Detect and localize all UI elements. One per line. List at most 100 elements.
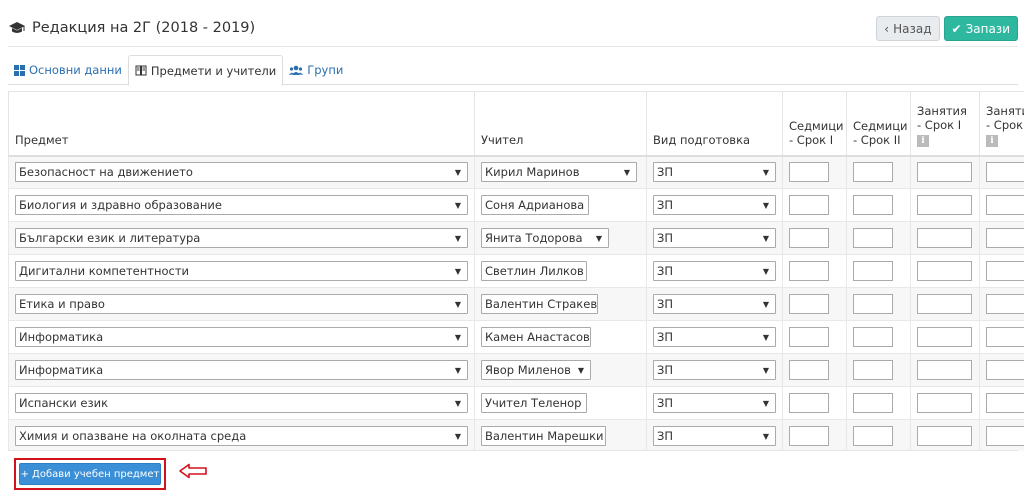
cell-weeks-term1 [782,254,847,288]
lessons-term1-input[interactable] [917,426,972,446]
table-row: Химия и опазване на околната среда ▼ Вален… [8,419,1024,451]
cell-weeks-term1 [782,353,847,387]
preparation-select[interactable]: ЗП ▼ [653,393,776,413]
weeks-term1-input[interactable] [789,393,829,413]
weeks-term2-input[interactable] [853,228,893,248]
subjects-table-container[interactable]: Предмет Учител Вид подготовка Седмици - … [8,91,1024,451]
add-subject-button[interactable]: + Добави учебен предмет [19,463,161,485]
teacher-select[interactable]: Явор Миленов ▼ [481,360,591,380]
weeks-term2-input[interactable] [853,162,893,183]
weeks-term2-input[interactable] [853,261,893,281]
weeks-term1-input[interactable] [789,294,829,314]
lessons-term1-input[interactable] [917,294,972,314]
tab-label: Групи [307,63,344,77]
preparation-select[interactable]: ЗП ▼ [653,327,776,347]
subject-select[interactable]: Безопасност на движението ▼ [15,162,468,183]
lessons-term2-input[interactable] [986,294,1024,314]
back-button[interactable]: ‹ Назад [876,16,940,41]
lessons-term1-input[interactable] [917,327,972,347]
graduation-cap-icon [9,22,25,33]
weeks-term2-input[interactable] [853,426,893,446]
cell-weeks-term2 [846,320,911,354]
lessons-term2-input[interactable] [986,327,1024,347]
teacher-select[interactable]: Светлин Лилков▼ [481,261,587,281]
lessons-term2-input[interactable] [986,162,1024,183]
subject-select[interactable]: Испански език ▼ [15,393,468,413]
weeks-term2-input[interactable] [853,327,893,347]
weeks-term2-input[interactable] [853,360,893,380]
header-teacher: Учител [474,91,647,157]
weeks-term2-input[interactable] [853,195,893,215]
lessons-term2-input[interactable] [986,261,1024,281]
lessons-term2-input[interactable] [986,360,1024,380]
preparation-select[interactable]: ЗП ▼ [653,228,776,248]
caret-down-icon: ▼ [762,200,769,210]
weeks-term1-input[interactable] [789,162,829,183]
preparation-value: ЗП [657,198,674,212]
teacher-select[interactable]: Янита Тодорова ▼ [481,228,609,248]
weeks-term1-input[interactable] [789,426,829,446]
lessons-term2-input[interactable] [986,393,1024,413]
lessons-term2-input[interactable] [986,228,1024,248]
teacher-select[interactable]: Учител Теленор▼ [481,393,587,413]
info-icon[interactable]: i [917,134,929,147]
users-icon [289,65,304,75]
tab-basic-data[interactable]: Основни данни [8,55,128,85]
tab-subjects-teachers[interactable]: Предмети и учители [127,55,284,86]
caret-down-icon: ▼ [762,233,769,243]
weeks-term1-input[interactable] [789,261,829,281]
subject-select[interactable]: Химия и опазване на околната среда ▼ [15,426,468,446]
cell-teacher: Валентин Марешки▼ [474,419,647,451]
teacher-select[interactable]: Валентин Стракев▼ [481,294,598,314]
teacher-select[interactable]: Кирил Маринов ▼ [481,162,637,183]
weeks-term1-input[interactable] [789,327,829,347]
teacher-select[interactable]: Камен Анастасов▼ [481,327,591,347]
teacher-value: Янита Тодорова [485,231,583,245]
weeks-term2-input[interactable] [853,294,893,314]
cell-weeks-term1 [782,320,847,354]
subject-select[interactable]: Информатика ▼ [15,360,468,380]
subject-select[interactable]: Дигитални компетентности ▼ [15,261,468,281]
table-row: Дигитални компетентности▼ Светлин Лилков▼… [8,254,1024,288]
lessons-term1-input[interactable] [917,195,972,215]
lessons-term2-input[interactable] [986,195,1024,215]
lessons-term1-input[interactable] [917,393,972,413]
lessons-term2-input[interactable] [986,426,1024,446]
preparation-select[interactable]: ЗП ▼ [653,426,776,446]
subject-value: Испански език [19,396,109,410]
lessons-term1-input[interactable] [917,261,972,281]
caret-down-icon: ▼ [454,431,461,441]
preparation-select[interactable]: ЗП ▼ [653,162,776,183]
caret-down-icon: ▼ [454,233,461,243]
cell-weeks-term2 [846,419,911,451]
preparation-select[interactable]: ЗП ▼ [653,195,776,215]
tab-groups[interactable]: Групи [283,55,349,85]
subject-select[interactable]: Етика и право ▼ [15,294,468,314]
cell-weeks-term1 [782,386,847,420]
subject-select[interactable]: Информатика ▼ [15,327,468,347]
weeks-term1-input[interactable] [789,360,829,380]
lessons-term1-input[interactable] [917,162,972,183]
header-subject: Предмет [8,91,475,157]
lessons-term1-input[interactable] [917,228,972,248]
caret-down-icon: ▼ [762,398,769,408]
info-icon[interactable]: i [986,134,998,147]
weeks-term1-input[interactable] [789,228,829,248]
weeks-term1-input[interactable] [789,195,829,215]
cell-lessons-term2 [979,386,1024,420]
table-row: Български език и литература ▼ Янита Тодоро… [8,221,1024,255]
preparation-value: ЗП [657,396,674,410]
save-button[interactable]: ✔ Запази [943,16,1018,41]
lessons-term1-input[interactable] [917,360,972,380]
preparation-select[interactable]: ЗП ▼ [653,360,776,380]
cell-preparation: ЗП ▼ [646,386,783,420]
subject-value: Етика и право [19,297,105,311]
subject-select[interactable]: Български език и литература ▼ [15,228,468,248]
preparation-select[interactable]: ЗП ▼ [653,294,776,314]
subject-select[interactable]: Биология и здравно образование ▼ [15,195,468,215]
preparation-select[interactable]: ЗП ▼ [653,261,776,281]
teacher-select[interactable]: Валентин Марешки▼ [481,426,606,446]
weeks-term2-input[interactable] [853,393,893,413]
teacher-select[interactable]: Соня Адрианова▼ [481,195,589,215]
cell-weeks-term2 [846,287,911,321]
